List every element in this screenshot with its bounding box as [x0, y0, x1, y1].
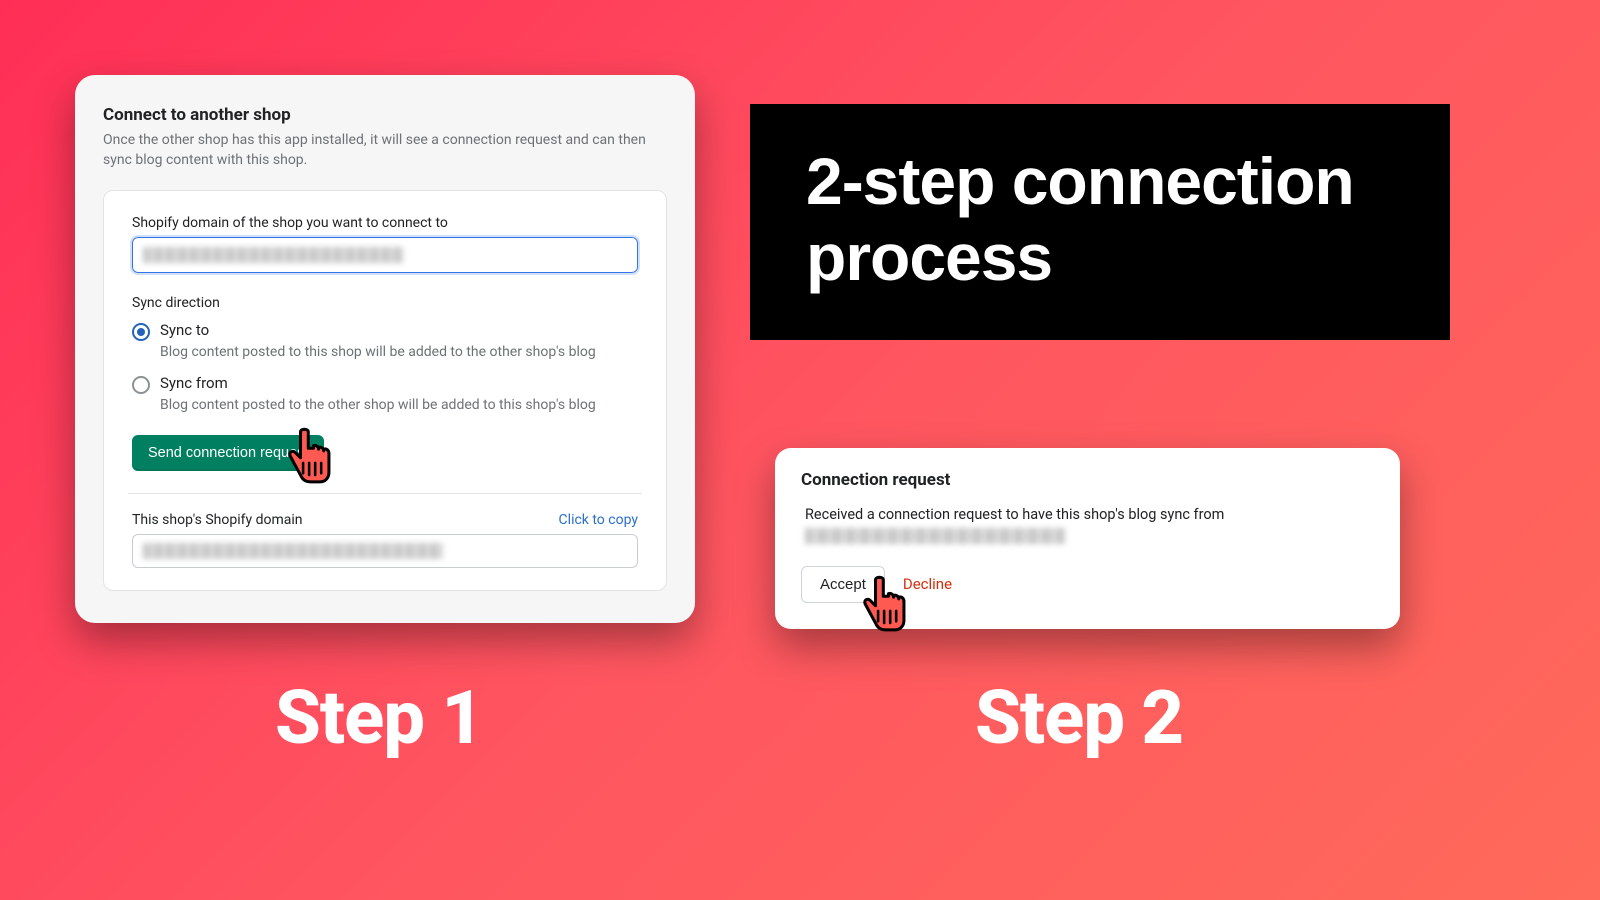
- this-domain-value: [143, 543, 443, 559]
- sync-to-label: Sync to: [160, 321, 209, 339]
- domain-label: Shopify domain of the shop you want to c…: [132, 215, 638, 231]
- sync-to-option[interactable]: Sync to: [132, 321, 638, 341]
- decline-button[interactable]: Decline: [903, 575, 952, 593]
- sync-direction-label: Sync direction: [132, 295, 638, 311]
- sync-from-label: Sync from: [160, 374, 228, 392]
- connect-subtitle: Once the other shop has this app install…: [103, 131, 667, 170]
- sync-from-option[interactable]: Sync from: [132, 374, 638, 394]
- connect-form: Shopify domain of the shop you want to c…: [103, 190, 667, 591]
- send-connection-request-button[interactable]: Send connection request: [132, 435, 324, 471]
- connection-request-card: Connection request Received a connection…: [775, 448, 1400, 629]
- connection-request-message: Received a connection request to have th…: [805, 506, 1224, 523]
- sync-from-desc: Blog content posted to the other shop wi…: [160, 397, 638, 413]
- radio-icon[interactable]: [132, 376, 150, 394]
- hero-title: 2-step connection process: [806, 144, 1394, 296]
- connect-title: Connect to another shop: [103, 105, 667, 125]
- divider: [128, 493, 642, 494]
- radio-icon[interactable]: [132, 323, 150, 341]
- sync-to-desc: Blog content posted to this shop will be…: [160, 344, 638, 360]
- connection-request-title: Connection request: [801, 470, 1374, 490]
- this-domain-label: This shop's Shopify domain: [132, 512, 303, 528]
- target-domain-placeholder: [143, 247, 403, 263]
- target-domain-input[interactable]: [132, 237, 638, 273]
- requesting-shop-domain: [805, 528, 1065, 544]
- accept-button[interactable]: Accept: [801, 566, 885, 603]
- hero-title-panel: 2-step connection process: [750, 104, 1450, 340]
- step1-label: Step 1: [275, 675, 483, 762]
- step2-label: Step 2: [975, 675, 1183, 762]
- click-to-copy-link[interactable]: Click to copy: [559, 512, 638, 528]
- this-domain-input[interactable]: [132, 534, 638, 568]
- connect-card-header: Connect to another shop Once the other s…: [75, 99, 695, 174]
- connect-card: Connect to another shop Once the other s…: [75, 75, 695, 623]
